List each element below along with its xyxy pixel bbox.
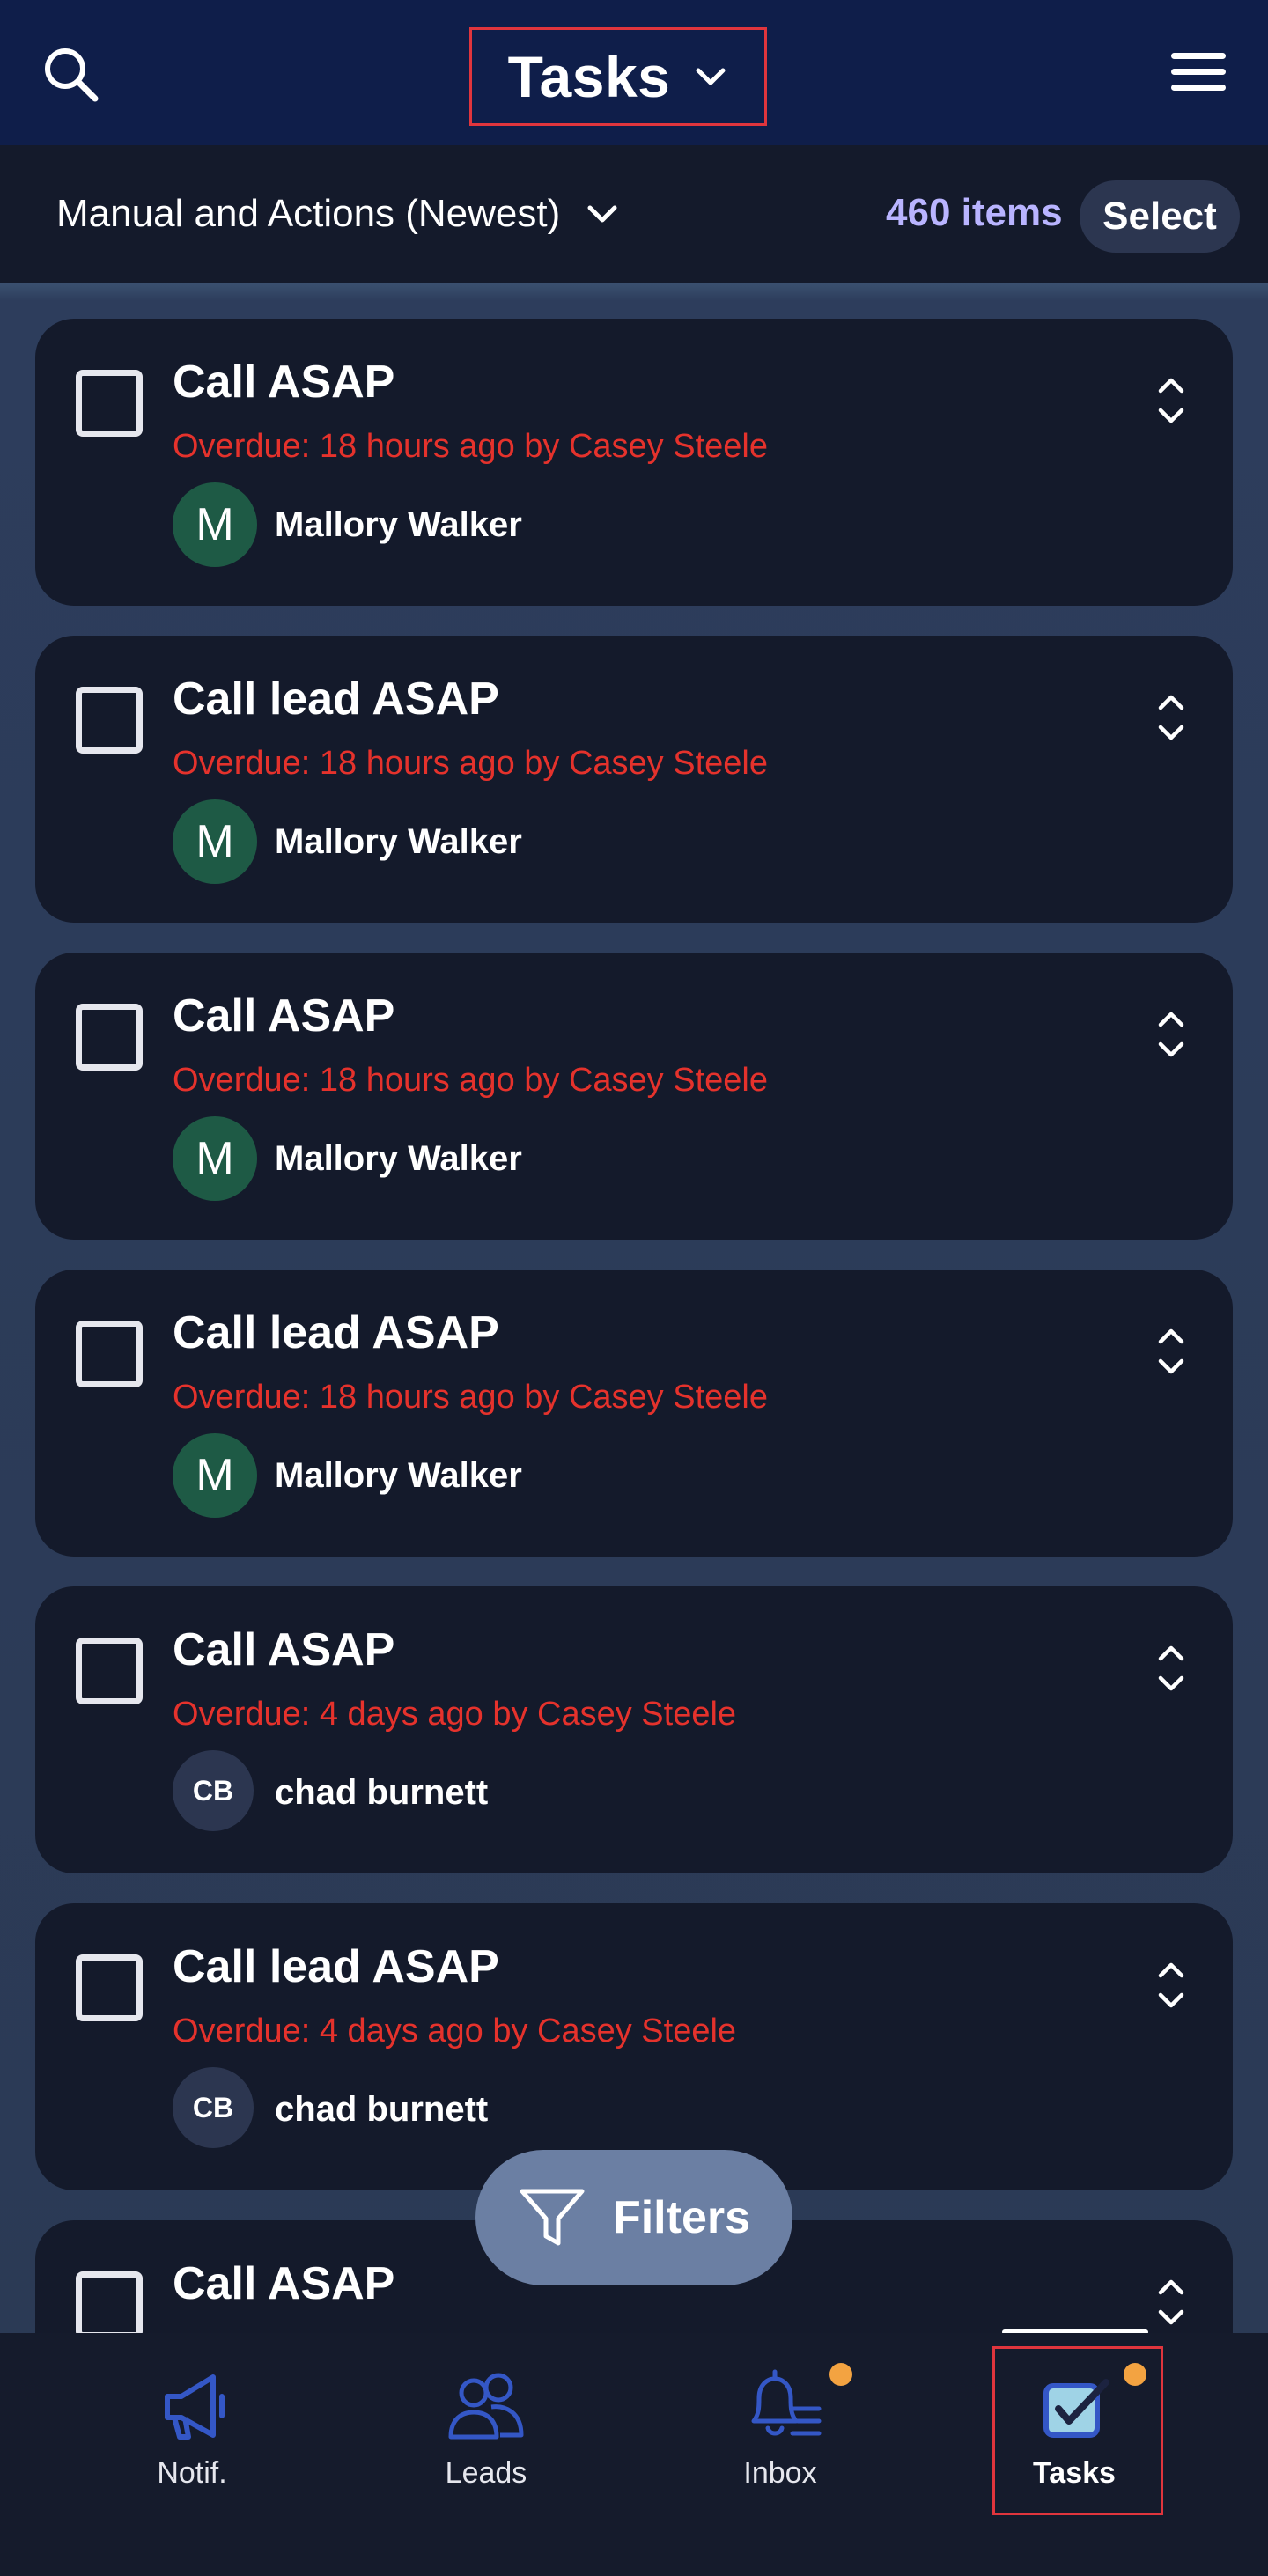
sort-bar: Manual and Actions (Newest) 460 items Se… [0, 145, 1268, 283]
task-due-status: Overdue: 18 hours ago by Casey Steele [173, 428, 768, 465]
expand-collapse-icon[interactable] [1154, 1007, 1189, 1062]
chevron-down-icon [587, 205, 617, 223]
avatar: CB [173, 2067, 254, 2148]
nav-item-inbox[interactable]: Inbox [692, 2333, 868, 2509]
bell-list-icon [751, 2369, 822, 2436]
task-title: Call ASAP [173, 1624, 395, 1675]
assignee-name: Mallory Walker [275, 505, 522, 544]
assignee-name: Mallory Walker [275, 822, 522, 861]
expand-collapse-icon[interactable] [1154, 1324, 1189, 1379]
hamburger-menu-icon [1171, 53, 1226, 91]
task-title: Call lead ASAP [173, 1941, 499, 1992]
assignee-name: chad burnett [275, 1773, 489, 1812]
nav-label: Inbox [743, 2456, 817, 2490]
assignee-name: Mallory Walker [275, 1456, 522, 1495]
search-button[interactable] [41, 44, 100, 104]
task-card[interactable]: Call lead ASAP Overdue: 18 hours ago by … [35, 1270, 1233, 1557]
avatar: M [173, 1433, 257, 1518]
menu-button[interactable] [1169, 51, 1227, 93]
page-title-dropdown[interactable]: Tasks [469, 27, 767, 126]
item-count: 460 items [886, 191, 1063, 234]
avatar: M [173, 482, 257, 567]
people-icon [448, 2373, 524, 2440]
task-checkbox[interactable] [76, 2271, 143, 2333]
task-title: Call ASAP [173, 990, 395, 1041]
sort-dropdown[interactable]: Manual and Actions (Newest) [56, 182, 620, 246]
nav-item-notif[interactable]: Notif. [104, 2333, 280, 2509]
nav-item-leads[interactable]: Leads [398, 2333, 574, 2509]
megaphone-icon [165, 2374, 225, 2440]
task-card[interactable]: Call lead ASAP Overdue: 18 hours ago by … [35, 636, 1233, 923]
avatar: M [173, 799, 257, 884]
inbox-badge [829, 2363, 852, 2386]
page-title: Tasks [507, 44, 671, 109]
top-app-bar: Tasks [0, 0, 1268, 145]
assignee-name: Mallory Walker [275, 1139, 522, 1178]
filters-label: Filters [612, 2192, 751, 2243]
expand-collapse-icon[interactable] [1154, 1641, 1189, 1696]
task-checkbox[interactable] [76, 1321, 143, 1387]
tasks-tab-highlight [992, 2346, 1163, 2515]
task-card[interactable]: Call ASAP Overdue: 18 hours ago by Casey… [35, 319, 1233, 606]
task-checkbox[interactable] [76, 370, 143, 437]
task-due-status: Overdue: 18 hours ago by Casey Steele [173, 745, 768, 782]
avatar: CB [173, 1750, 254, 1831]
task-title: Call lead ASAP [173, 1307, 499, 1358]
task-due-status: Overdue: 4 days ago by Casey Steele [173, 1696, 737, 1733]
expand-collapse-icon[interactable] [1154, 373, 1189, 428]
task-due-status: Overdue: 18 hours ago by Casey Steele [173, 1379, 768, 1416]
task-due-status: Overdue: 4 days ago by Casey Steele [173, 2013, 737, 2050]
expand-collapse-icon[interactable] [1154, 690, 1189, 745]
sort-label: Manual and Actions (Newest) [56, 192, 561, 235]
nav-label: Leads [445, 2456, 527, 2490]
funnel-icon [520, 2189, 585, 2246]
avatar: M [173, 1116, 257, 1201]
select-button[interactable]: Select [1080, 180, 1240, 253]
search-icon [45, 48, 99, 102]
assignee-name: chad burnett [275, 2090, 489, 2129]
task-title: Call lead ASAP [173, 673, 499, 725]
expand-collapse-icon[interactable] [1154, 2275, 1189, 2329]
task-title: Call ASAP [173, 357, 395, 408]
task-title: Call ASAP [173, 2258, 395, 2309]
task-checkbox[interactable] [76, 687, 143, 754]
task-checkbox[interactable] [76, 1004, 143, 1071]
nav-label: Notif. [157, 2456, 227, 2490]
filters-button[interactable]: Filters [476, 2150, 792, 2285]
expand-collapse-icon[interactable] [1154, 1958, 1189, 2013]
chevron-down-icon [696, 68, 726, 85]
task-due-status: Overdue: 18 hours ago by Casey Steele [173, 1062, 768, 1099]
task-card[interactable]: Call lead ASAP Overdue: 4 days ago by Ca… [35, 1903, 1233, 2190]
task-checkbox[interactable] [76, 1954, 143, 2021]
task-card[interactable]: Call ASAP Overdue: 18 hours ago by Casey… [35, 953, 1233, 1240]
task-card[interactable]: Call ASAP Overdue: 4 days ago by Casey S… [35, 1586, 1233, 1873]
task-checkbox[interactable] [76, 1638, 143, 1704]
task-list[interactable]: Call ASAP Overdue: 18 hours ago by Casey… [0, 283, 1268, 2333]
